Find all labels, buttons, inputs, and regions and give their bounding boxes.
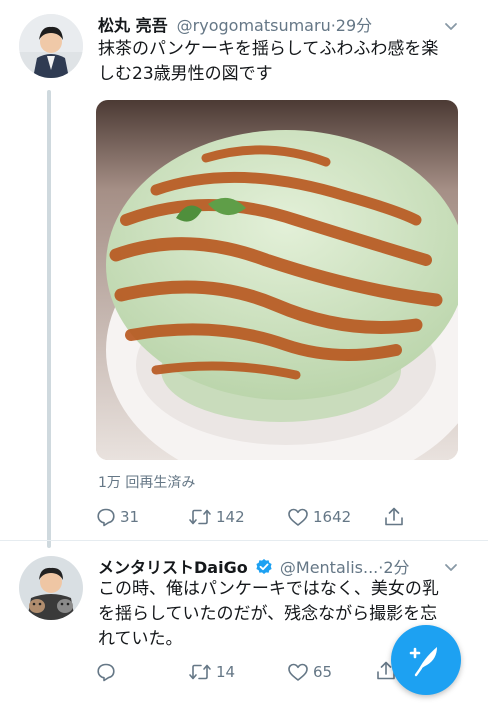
reply-icon [97,663,115,682]
tweet-text-line: 抹茶のパンケーキを揺らしてふわふわ感を楽 [98,39,439,59]
compose-tweet-icon [409,647,437,677]
reply-icon [97,508,115,527]
tweet-header: メンタリストDaiGo @Mentalis...·2分 [98,558,410,578]
tweet-text: この時、俺はパンケーキではなく、美女の乳 を揺らしていたのだが、残念ながら撮影を… [98,577,439,652]
chevron-down-icon[interactable] [444,561,458,575]
tweet-text: 抹茶のパンケーキを揺らしてふわふわ感を楽 しむ23歳男性の図です [98,37,438,87]
tweet-header: 松丸 亮吾 @ryogomatsumaru·29分 [98,16,372,36]
display-name[interactable]: 松丸 亮吾 [98,16,168,35]
avatar[interactable] [19,14,83,78]
verified-badge-icon [256,559,272,574]
retweet-count: 142 [216,508,245,526]
like-button[interactable]: 65 [287,662,332,682]
reply-count: 31 [120,508,140,526]
tweet-text-line: しむ23歳男性の図です [98,64,273,84]
chevron-down-icon[interactable] [444,20,458,34]
tweet-divider [0,540,488,541]
user-handle[interactable]: @ryogomatsumaru [177,16,331,35]
retweet-count: 14 [216,663,236,681]
avatar[interactable] [19,556,83,620]
compose-tweet-button[interactable] [391,625,461,695]
view-count: 1万 回再生済み [98,475,196,491]
reply-button[interactable] [96,662,116,682]
timestamp[interactable]: 29分 [336,16,372,35]
tweet-text-line: この時、俺はパンケーキではなく、美女の乳 [98,579,439,599]
heart-icon [288,508,308,526]
reply-button[interactable]: 31 [96,507,139,527]
tweet-text-line: を揺らしていたのだが、残念ながら撮影を忘 [98,604,438,624]
retweet-button[interactable]: 142 [188,507,245,527]
tweet-text-line: れていた。 [98,629,183,649]
like-count: 65 [313,663,333,681]
thread-line [47,90,51,548]
like-button[interactable]: 1642 [287,507,351,527]
share-button[interactable] [383,506,405,528]
retweet-icon [189,509,211,525]
like-count: 1642 [313,508,352,526]
user-handle[interactable]: @Mentalis... [280,558,378,577]
display-name[interactable]: メンタリストDaiGo [98,558,248,577]
timestamp[interactable]: 2分 [383,558,409,577]
retweet-button[interactable]: 14 [188,662,235,682]
media-video[interactable] [96,100,458,460]
heart-icon [288,663,308,681]
share-icon [385,507,403,526]
retweet-icon [189,664,211,680]
